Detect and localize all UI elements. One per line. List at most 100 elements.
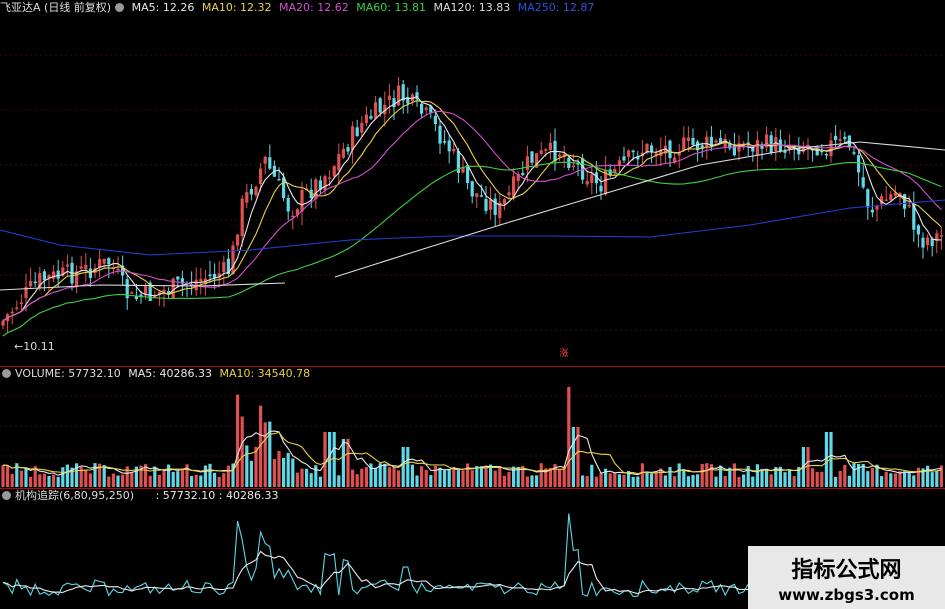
volume-bar (111, 473, 115, 487)
site-watermark: 指标公式网 www.zbgs3.com (748, 546, 945, 609)
volume-bar (732, 463, 736, 487)
candle-body (866, 189, 870, 208)
candle-body (502, 199, 506, 204)
volume-bar (847, 475, 851, 487)
volume-bar (737, 476, 741, 487)
volume-bar (38, 474, 42, 487)
ma10-line (2, 100, 942, 322)
volume-bar (254, 446, 258, 487)
volume-bar (415, 475, 419, 487)
ma5-line (2, 96, 942, 322)
candle-body (622, 156, 626, 161)
volume-bar (682, 469, 686, 487)
settings-gear-icon[interactable] (115, 2, 125, 12)
indicator-title: 机构追踪(6,80,95,250) (15, 489, 135, 502)
indicator-settings-gear-icon[interactable] (2, 490, 11, 500)
candle-body (521, 172, 525, 175)
volume-bar (696, 474, 700, 487)
volume-bar (208, 463, 212, 487)
candle-body (387, 95, 391, 100)
candle-body (300, 189, 304, 212)
candle-body (286, 197, 290, 212)
volume-bar (539, 463, 543, 487)
volume-bar (452, 467, 456, 487)
volume-bar (599, 472, 603, 487)
volume-bar (171, 471, 175, 487)
volume-bar (935, 470, 939, 487)
price-panel[interactable]: 飞亚达A (日线 前复权) MA5: 12.26 MA10: 12.32 MA2… (0, 0, 945, 366)
candle-body (829, 140, 833, 157)
volume-bar (742, 474, 746, 487)
volume-bar (912, 475, 916, 487)
volume-bar (6, 465, 10, 487)
ma250-label: MA250: 12.87 (517, 1, 595, 14)
price-chart[interactable] (0, 0, 945, 366)
volume-chart[interactable] (0, 366, 945, 488)
candle-body (42, 271, 46, 281)
volume-bar (47, 476, 51, 487)
volume-panel[interactable]: VOLUME: 57732.10 MA5: 40286.33 MA10: 345… (0, 366, 945, 488)
volume-bar (866, 471, 870, 487)
candle-body (558, 154, 562, 157)
volume-bar (608, 473, 612, 487)
volume-bar (374, 467, 378, 487)
volume-bar (479, 466, 483, 487)
volume-bar (447, 468, 451, 487)
candle-body (889, 194, 893, 200)
volume-bar (493, 470, 497, 487)
candle-body (884, 199, 888, 201)
volume-bar (351, 469, 355, 487)
candle-body (926, 237, 930, 245)
candle-body (548, 142, 552, 150)
candle-body (443, 141, 447, 143)
volume-bar (295, 472, 299, 487)
volume-bar (199, 475, 203, 487)
candle-body (677, 153, 681, 156)
watermark-title: 指标公式网 (791, 558, 902, 583)
volume-bar (838, 470, 842, 487)
volume-bar (387, 467, 391, 487)
candle-body (705, 136, 709, 147)
volume-bar (249, 460, 253, 487)
volume-bar (760, 468, 764, 487)
volume-bar (663, 475, 667, 487)
volume-bar (581, 475, 585, 487)
ma5-label: MA5: 12.26 (131, 1, 195, 14)
volume-bar (507, 472, 511, 487)
volume-bar (84, 469, 88, 487)
volume-bar (10, 473, 14, 487)
volume-bar (272, 459, 276, 487)
volume-bar (525, 476, 529, 487)
candle-body (79, 266, 83, 269)
volume-bar (677, 463, 681, 487)
volume-bar (121, 474, 125, 487)
volume-bar (751, 476, 755, 487)
candle-body (374, 102, 378, 119)
volume-bar (466, 463, 470, 487)
candle-body (56, 270, 60, 279)
candle-body (783, 151, 787, 153)
volume-bar (594, 476, 598, 487)
candle-body (19, 302, 23, 305)
candle-body (489, 199, 493, 210)
volume-bar (820, 471, 824, 487)
volume-bar (636, 476, 640, 487)
volume-bar (236, 394, 240, 487)
volume-settings-gear-icon[interactable] (2, 368, 11, 378)
volume-title: VOLUME: 57732.10 (15, 367, 121, 380)
volume-bar (788, 470, 792, 487)
volume-bar (116, 475, 120, 487)
candle-body (870, 209, 874, 213)
volume-bar (640, 463, 644, 487)
candle-body (29, 281, 33, 287)
volume-bar (502, 475, 506, 487)
candle-body (231, 245, 235, 275)
volume-bar (622, 474, 626, 487)
candle-body (433, 115, 437, 124)
volume-bar (792, 476, 796, 487)
volume-bar (424, 470, 428, 487)
candle-body (861, 177, 865, 188)
candle-body (392, 98, 396, 108)
candle-body (479, 195, 483, 197)
volume-bar (893, 473, 897, 487)
